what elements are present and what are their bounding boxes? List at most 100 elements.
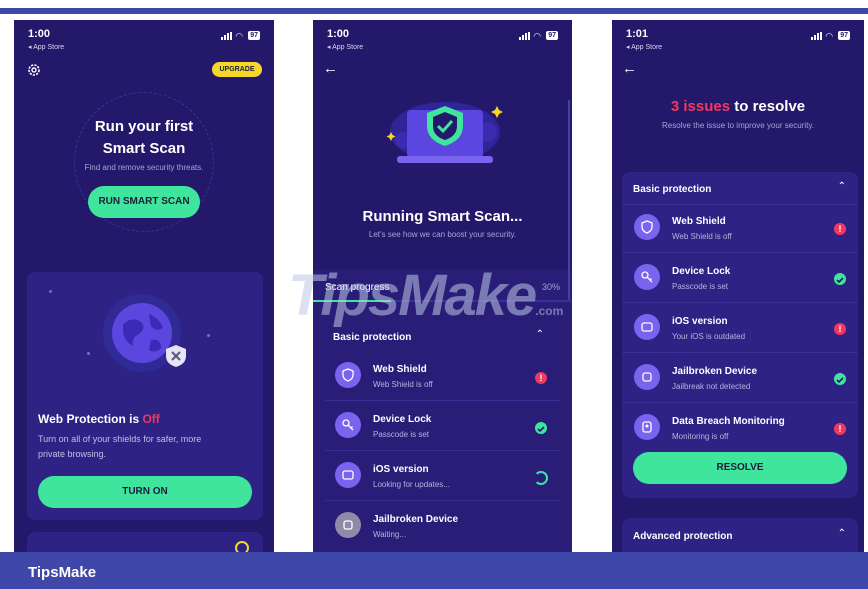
signal-icon (811, 31, 823, 40)
row-divider (325, 400, 560, 401)
status-indicators: ◠ 97 (221, 31, 260, 40)
ok-check-icon (535, 422, 547, 434)
status-bar: 1:00 ◂ App Store ◠ 97 (313, 20, 572, 56)
wifi-icon: ◠ (825, 30, 834, 41)
ios-version-icon (634, 314, 660, 340)
row-divider (325, 500, 560, 501)
web-protection-label: Web Protection is (38, 412, 143, 426)
status-indicators: ◠ 97 (811, 31, 850, 40)
ok-check-icon (834, 273, 846, 285)
issues-subtitle: Resolve the issue to improve your securi… (662, 121, 814, 130)
row-divider (622, 402, 858, 403)
row-subtitle: Passcode is set (672, 282, 729, 291)
chevron-up-icon[interactable]: ⌃ (536, 329, 544, 340)
app-store-back-link[interactable]: ◂ App Store (28, 43, 64, 51)
web-shield-icon (335, 362, 361, 388)
app-store-back-link[interactable]: ◂ App Store (327, 43, 363, 51)
loading-spinner-icon (534, 471, 548, 485)
chevron-up-icon[interactable]: ⌃ (838, 181, 846, 192)
run-smart-scan-button[interactable]: RUN SMART SCAN (88, 186, 200, 218)
issues-heading: 3 issues to resolve (612, 98, 864, 115)
wifi-icon: ◠ (235, 30, 244, 41)
row-title: Jailbroken Device (672, 366, 758, 377)
status-time: 1:01 (626, 28, 649, 40)
next-card-peek (27, 532, 263, 552)
row-divider (622, 352, 858, 353)
row-divider (622, 252, 858, 253)
row-title: Jailbroken Device (373, 514, 459, 525)
globe-icon (111, 302, 173, 369)
settings-gear-icon[interactable] (26, 62, 42, 83)
shield-off-icon (165, 344, 187, 373)
app-store-back-link[interactable]: ◂ App Store (626, 43, 662, 51)
issue-alert-icon: ! (834, 223, 846, 235)
back-arrow-icon[interactable]: ← (323, 60, 338, 77)
web-protection-desc-line1: Turn on all of your shields for safer, m… (38, 434, 202, 444)
status-time: 1:00 (28, 28, 51, 40)
scan-subtitle: Find and remove security threats. (84, 163, 204, 172)
row-subtitle: Web Shield is off (373, 380, 433, 389)
web-protection-state: Off (142, 412, 160, 426)
issues-count: 3 issues (670, 98, 731, 115)
footer-banner: TipsMake (0, 552, 868, 589)
row-title: Data Breach Monitoring (672, 416, 785, 427)
sparkle-dot (87, 352, 90, 355)
web-protection-desc-line2: private browsing. (38, 449, 107, 459)
sparkle-dot (207, 334, 210, 337)
phone-screen-home: 1:00 ◂ App Store ◠ 97 UPGRADE Run your f… (14, 20, 274, 552)
row-subtitle: Looking for updates... (373, 480, 450, 489)
wifi-icon: ◠ (533, 30, 542, 41)
row-subtitle: Monitoring is off (672, 432, 729, 441)
status-time: 1:00 (327, 28, 350, 40)
upgrade-button[interactable]: UPGRADE (212, 62, 262, 77)
issue-alert-icon: ! (834, 423, 846, 435)
row-title: Web Shield (672, 216, 726, 227)
chevron-up-icon[interactable]: ⌃ (838, 528, 846, 539)
jailbroken-device-icon (335, 512, 361, 538)
top-border (0, 8, 868, 14)
issues-suffix: to resolve (730, 98, 806, 115)
row-title: iOS version (373, 464, 429, 475)
ios-version-icon (335, 462, 361, 488)
battery-icon: 97 (248, 31, 260, 40)
device-lock-key-icon (335, 412, 361, 438)
laptop-shield-illustration (383, 92, 507, 179)
scan-running-title: Running Smart Scan... (362, 208, 523, 225)
row-title: Device Lock (672, 266, 731, 277)
row-divider (325, 450, 560, 451)
row-subtitle: Waiting... (373, 530, 407, 539)
device-lock-key-icon (634, 264, 660, 290)
watermark-main: TipsMake (288, 263, 537, 328)
ok-check-icon (834, 373, 846, 385)
turn-on-button[interactable]: TURN ON (38, 476, 252, 508)
sparkle-dot (49, 290, 52, 293)
footer-brand: TipsMake (28, 564, 97, 581)
row-divider (622, 302, 858, 303)
screenshot-root: 1:00 ◂ App Store ◠ 97 UPGRADE Run your f… (0, 0, 868, 589)
tipsmake-watermark: TipsMake.com (288, 262, 563, 329)
scan-running-subtitle: Let's see how we can boost your security… (368, 230, 517, 239)
battery-icon: 97 (546, 31, 558, 40)
row-title: Web Shield (373, 364, 427, 375)
battery-icon: 97 (838, 31, 850, 40)
status-bar: 1:01 ◂ App Store ◠ 97 (612, 20, 864, 56)
watermark-suffix: .com (535, 304, 564, 318)
status-indicators: ◠ 97 (519, 31, 558, 40)
signal-icon (519, 31, 531, 40)
scan-title-line1: Run your first (94, 118, 194, 135)
advanced-protection-card[interactable]: Advanced protection ⌃ (622, 518, 858, 552)
scan-title-line2: Smart Scan (102, 140, 186, 157)
web-protection-card: Web Protection is Off Turn on all of you… (27, 272, 263, 520)
jailbroken-device-icon (634, 364, 660, 390)
back-arrow-icon[interactable]: ← (622, 60, 637, 77)
row-subtitle: Web Shield is off (672, 232, 732, 241)
resolve-button[interactable]: RESOLVE (633, 452, 847, 484)
basic-protection-section-title: Basic protection (633, 184, 712, 195)
issue-alert-icon: ! (535, 372, 547, 384)
data-breach-monitoring-icon (634, 414, 660, 440)
advanced-protection-title: Advanced protection (633, 531, 733, 542)
web-protection-status: Web Protection is Off (38, 412, 160, 426)
row-subtitle: Passcode is set (373, 430, 430, 439)
web-shield-icon (634, 214, 660, 240)
scrollbar[interactable] (568, 100, 570, 300)
